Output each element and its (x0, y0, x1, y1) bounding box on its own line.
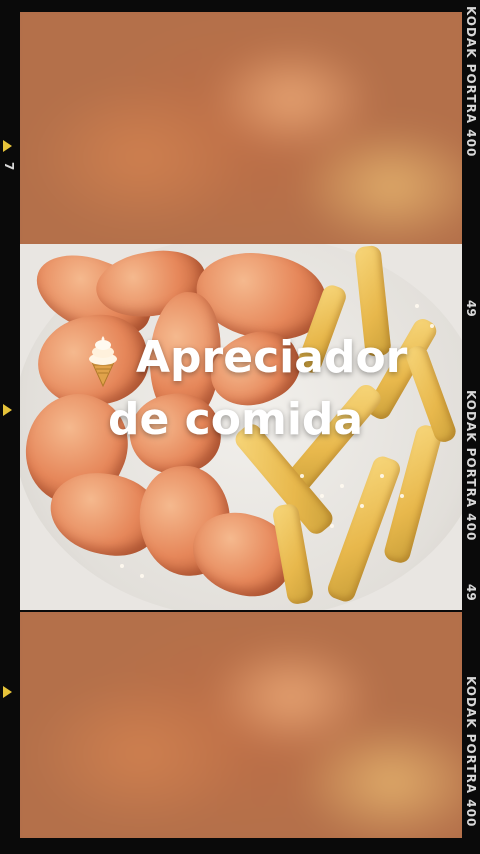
blurred-food-top (20, 12, 462, 244)
film-label: KODAK PORTRA 400 (464, 390, 478, 542)
film-label: KODAK PORTRA 400 (464, 676, 478, 828)
blurred-food-bottom (20, 612, 462, 838)
film-frame-marker-icon (3, 686, 12, 698)
film-frame: Apreciador de comida KODAK PORTRA 400 49… (0, 0, 480, 854)
film-label: KODAK PORTRA 400 (464, 6, 478, 158)
film-frame-number: 49 (464, 584, 478, 601)
caption-line-1: Apreciador (136, 332, 408, 383)
film-strip-left (0, 0, 20, 854)
film-frame-number: 49 (464, 300, 478, 317)
film-frame-marker-icon (3, 404, 12, 416)
soft-ice-cream-icon (89, 336, 117, 388)
caption-line-2: de comida (108, 394, 364, 445)
film-frame-number-left: 7 (2, 162, 16, 171)
film-frame-marker-icon (3, 140, 12, 152)
